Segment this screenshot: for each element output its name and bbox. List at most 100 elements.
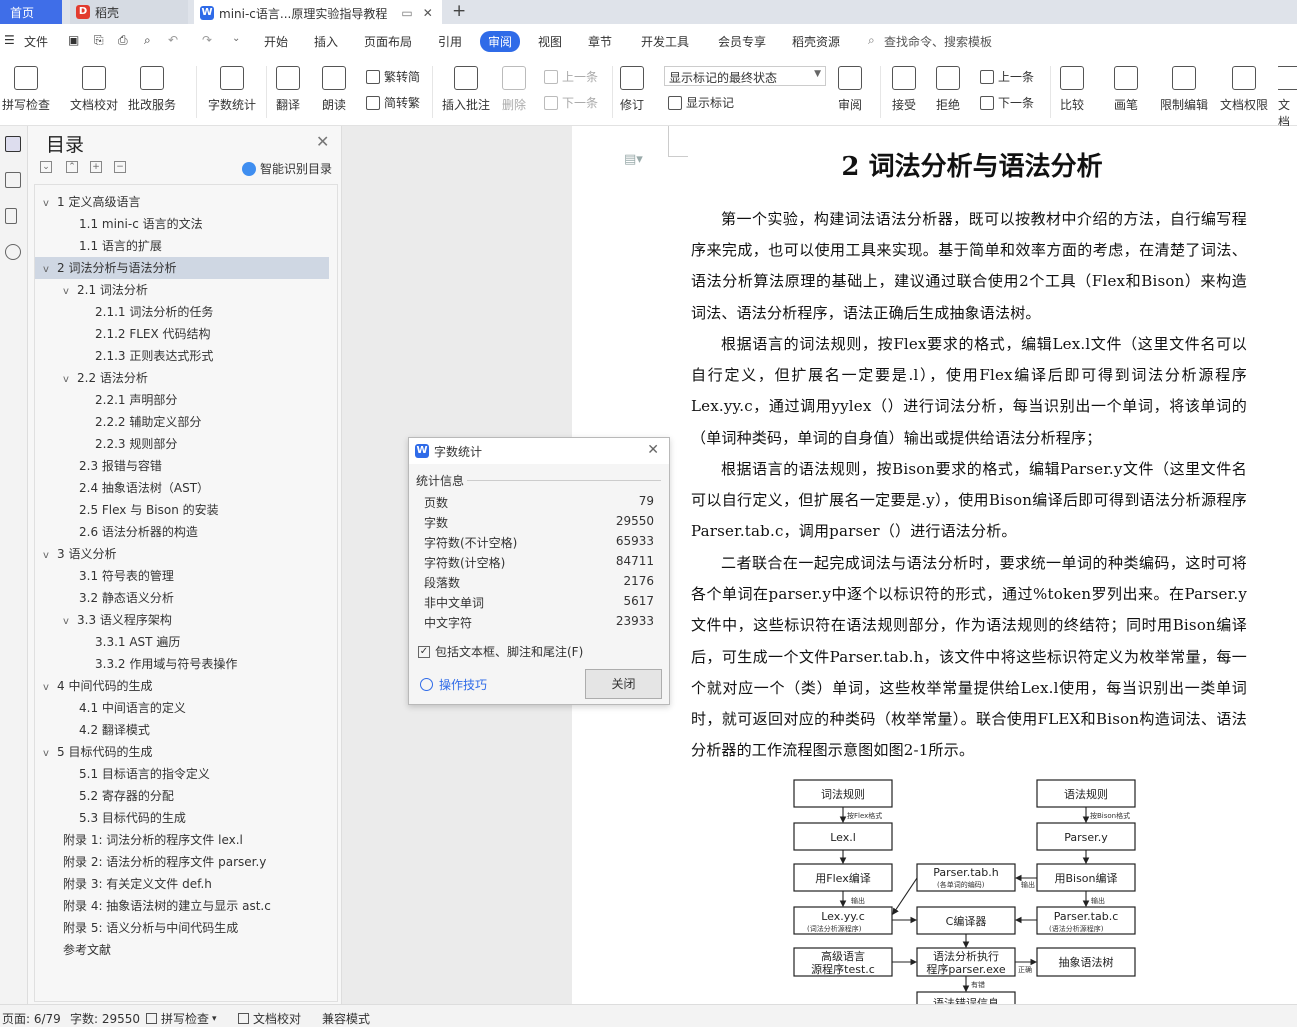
expand-all-icon[interactable]: ⌄ xyxy=(40,161,52,173)
doc-proof-status[interactable]: 文档校对 xyxy=(238,1010,301,1027)
menu-reference[interactable]: 引用 xyxy=(438,33,462,50)
prev-revision-button[interactable]: 上一条 xyxy=(980,68,1034,85)
print-preview-icon[interactable]: ⌕ xyxy=(144,33,151,48)
menu-member[interactable]: 会员专享 xyxy=(718,33,766,50)
toc-item[interactable]: 3.3.2 作用域与符号表操作 xyxy=(95,653,237,675)
menu-insert[interactable]: 插入 xyxy=(314,33,338,50)
toc-item[interactable]: 2.6 语法分析器的构造 xyxy=(79,521,198,543)
toc-item[interactable]: v1 定义高级语言 xyxy=(35,191,337,213)
toc-item[interactable]: 附录 2: 语法分析的程序文件 parser.y xyxy=(63,851,266,873)
toc-item[interactable]: 2.4 抽象语法树（AST） xyxy=(79,477,209,499)
chevron-down-icon[interactable]: v xyxy=(43,743,57,765)
remove-heading-icon[interactable]: − xyxy=(114,161,126,173)
restrict-edit-button[interactable]: 限制编辑 xyxy=(1160,66,1208,113)
spellcheck-button[interactable]: 拼写检查 xyxy=(2,66,50,113)
delete-comment-button[interactable]: 删除 xyxy=(502,66,526,113)
markup-state-select[interactable]: 显示标记的最终状态 ▼ xyxy=(664,66,826,86)
trad-to-simp-button[interactable]: 繁转简 xyxy=(366,68,420,85)
checkmark-icon[interactable]: ✓ xyxy=(418,645,430,658)
include-textbox-checkbox[interactable]: ✓ 包括文本框、脚注和尾注(F) xyxy=(418,643,583,660)
menu-start[interactable]: 开始 xyxy=(264,33,288,50)
toc-item[interactable]: 附录 3: 有关定义文件 def.h xyxy=(63,873,212,895)
save-icon[interactable]: ▣ xyxy=(68,33,79,47)
find-icon[interactable] xyxy=(5,244,21,260)
quick-access-dropdown-icon[interactable]: ⌄ xyxy=(232,33,240,44)
menu-daoke-resources[interactable]: 稻壳资源 xyxy=(792,33,840,50)
toc-item[interactable]: 5.1 目标语言的指令定义 xyxy=(79,763,210,785)
toc-item[interactable]: 2.1.3 正则表达式形式 xyxy=(95,345,213,367)
reject-button[interactable]: 拒绝 xyxy=(936,66,960,113)
print-icon[interactable]: ⎙ xyxy=(118,33,128,48)
next-comment-button[interactable]: 下一条 xyxy=(544,94,598,111)
tab-daoke[interactable]: D 稻壳 xyxy=(70,0,188,24)
add-heading-icon[interactable]: + xyxy=(90,161,102,173)
prev-comment-button[interactable]: 上一条 xyxy=(544,68,598,85)
chapter-panel-icon[interactable] xyxy=(5,172,21,188)
toc-item[interactable]: v 3.3 语义程序架构 xyxy=(63,609,172,631)
toc-item[interactable]: v5 目标代码的生成 xyxy=(43,741,152,763)
toc-item[interactable]: 2.3 报错与容错 xyxy=(79,455,162,477)
menu-page-layout[interactable]: 页面布局 xyxy=(364,33,412,50)
close-pane-icon[interactable]: ✕ xyxy=(316,132,329,151)
toc-item[interactable]: 2.1.2 FLEX 代码结构 xyxy=(95,323,211,345)
toc-item[interactable]: 附录 4: 抽象语法树的建立与显示 ast.c xyxy=(63,895,271,917)
pen-button[interactable]: 画笔 xyxy=(1114,66,1138,113)
new-tab-button[interactable]: + xyxy=(452,1,466,21)
undo-icon[interactable]: ↶ xyxy=(168,33,178,47)
dialog-close-icon[interactable]: ✕ xyxy=(647,442,659,458)
insert-comment-button[interactable]: 插入批注 xyxy=(442,66,490,113)
toc-item[interactable]: 3.3.1 AST 遍历 xyxy=(95,631,180,653)
toc-item[interactable]: 2.5 Flex 与 Bison 的安装 xyxy=(79,499,219,521)
menu-developer[interactable]: 开发工具 xyxy=(641,33,689,50)
revise-button[interactable]: 修订 xyxy=(620,66,644,113)
hamburger-icon[interactable]: ☰ xyxy=(4,33,15,47)
toc-item[interactable]: 1.1 语言的扩展 xyxy=(79,235,162,257)
toc-item[interactable]: v 2.2 语法分析 xyxy=(63,367,148,389)
export-icon[interactable]: ⎘ xyxy=(94,33,104,48)
bookmark-icon[interactable] xyxy=(5,208,17,224)
redo-icon[interactable]: ↷ xyxy=(202,33,212,47)
chevron-down-icon[interactable]: v xyxy=(63,281,77,303)
simp-to-trad-button[interactable]: 简转繁 xyxy=(366,94,420,111)
toc-item[interactable]: 5.3 目标代码的生成 xyxy=(79,807,186,829)
toc-item[interactable]: 4.1 中间语言的定义 xyxy=(79,697,186,719)
toc-item[interactable]: 2.2.3 规则部分 xyxy=(95,433,177,455)
read-aloud-button[interactable]: 朗读 xyxy=(322,66,346,113)
spellcheck-status[interactable]: 拼写检查 ▾ xyxy=(146,1010,217,1027)
close-button[interactable]: 关闭 xyxy=(585,669,662,699)
tips-link[interactable]: 操作技巧 xyxy=(420,676,487,693)
toc-item[interactable]: 1.1 mini-c 语言的文法 xyxy=(79,213,203,235)
chevron-down-icon[interactable]: v xyxy=(43,259,57,281)
toc-item[interactable]: 附录 5: 语义分析与中间代码生成 xyxy=(63,917,238,939)
toc-item[interactable]: v 2.1 词法分析 xyxy=(63,279,148,301)
chevron-down-icon[interactable]: v xyxy=(63,611,77,633)
toc-item[interactable]: 2.1.1 词法分析的任务 xyxy=(95,301,213,323)
command-search[interactable]: 查找命令、搜索模板 xyxy=(884,33,992,50)
toc-panel-icon[interactable] xyxy=(5,136,21,152)
chevron-down-icon[interactable]: v xyxy=(43,545,57,567)
toc-item[interactable]: 3.1 符号表的管理 xyxy=(79,565,174,587)
accept-button[interactable]: 接受 xyxy=(892,66,916,113)
pin-icon[interactable]: ▭ xyxy=(401,6,412,20)
page-indicator[interactable]: 页面: 6/79 xyxy=(2,1010,61,1027)
doc-permission-button[interactable]: 文档权限 xyxy=(1220,66,1268,113)
tab-document[interactable]: Wmini-c语言...原理实验指导教程 ▭ ✕ xyxy=(194,0,442,24)
menu-file[interactable]: 文件 xyxy=(24,33,48,50)
show-markup-button[interactable]: 显示标记 xyxy=(668,94,734,111)
toc-item[interactable]: v4 中间代码的生成 xyxy=(43,675,152,697)
word-count-button[interactable]: 字数统计 xyxy=(208,66,256,113)
close-tab-icon[interactable]: ✕ xyxy=(423,6,433,20)
toc-item[interactable]: 4.2 翻译模式 xyxy=(79,719,150,741)
toc-item[interactable]: 2.2.2 辅助定义部分 xyxy=(95,411,201,433)
menu-view[interactable]: 视图 xyxy=(538,33,562,50)
toc-item[interactable]: 3.2 静态语义分析 xyxy=(79,587,174,609)
toc-item[interactable]: 附录 1: 词法分析的程序文件 lex.l xyxy=(63,829,243,851)
toc-item[interactable]: 5.2 寄存器的分配 xyxy=(79,785,174,807)
next-revision-button[interactable]: 下一条 xyxy=(980,94,1034,111)
collapse-all-icon[interactable]: ⌃ xyxy=(66,161,78,173)
chevron-down-icon[interactable]: v xyxy=(43,677,57,699)
doc-proof-button[interactable]: 文档校对 xyxy=(70,66,118,113)
document-page[interactable]: ▤▾ 2 词法分析与语法分析 第一个实验，构建词法语法分析器，既可以按教材中介绍… xyxy=(572,126,1297,1004)
smart-toc-button[interactable]: 智能识别目录 xyxy=(242,160,332,177)
toc-item-selected[interactable]: v2 词法分析与语法分析 xyxy=(35,257,329,279)
